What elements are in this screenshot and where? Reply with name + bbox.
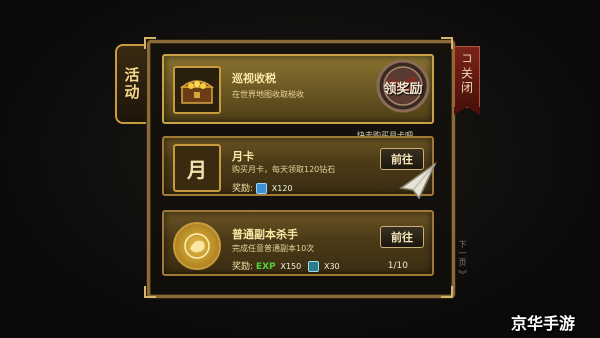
sweep-ticket-icon xyxy=(308,261,320,272)
task-card-month[interactable]: 月 月卡 购买月卡，每天领取120钻石 奖励: X120 前往 xyxy=(162,136,434,196)
month-card-icon-text: 月 xyxy=(187,157,207,182)
task-title: 月卡 xyxy=(232,150,254,163)
claim-reward-label: 领奖励 xyxy=(383,82,423,97)
ribbon-tail xyxy=(454,107,480,115)
exp-icon: EXP xyxy=(255,261,276,272)
task-desc: 购买月卡，每天领取120钻石 xyxy=(232,165,336,174)
reward-row: 奖励: X120 xyxy=(232,181,293,194)
frame-corner xyxy=(441,37,453,49)
task-card-dungeon[interactable]: 普通副本杀手 完成任意普通副本10次 奖励: EXP X150 X30 前往 1… xyxy=(162,210,434,276)
task-desc: 在世界地图收取税收 xyxy=(232,90,304,99)
frame-corner xyxy=(441,286,453,298)
goto-button[interactable]: 前往 xyxy=(380,226,424,248)
reward-exp-value: X150 xyxy=(280,262,302,271)
task-title: 普通副本杀手 xyxy=(232,228,298,241)
frame-corner xyxy=(144,286,156,298)
frame-corner xyxy=(144,37,156,49)
treasure-chest-icon xyxy=(173,66,221,114)
next-page-label[interactable]: 下一页 xyxy=(457,240,468,267)
task-desc: 完成任意普通副本10次 xyxy=(232,244,315,253)
reward-diamond-value: X120 xyxy=(271,184,293,193)
reward-item-value: X30 xyxy=(323,262,340,271)
activity-tab[interactable]: 活动 xyxy=(115,44,147,124)
watermark: 京华手游 xyxy=(511,314,576,333)
lion-medal-icon xyxy=(173,222,221,270)
chevron-down-icon[interactable]: ︾ xyxy=(458,268,467,281)
close-button[interactable]: コ 关闭 xyxy=(454,46,480,108)
pointer-hand-icon xyxy=(395,160,441,204)
close-label: 关闭 xyxy=(459,67,474,95)
activity-tab-label: 活动 xyxy=(122,67,141,101)
month-card-icon: 月 xyxy=(173,144,221,192)
claim-reward-stamp[interactable]: 领奖励 xyxy=(375,58,431,114)
reward-row: 奖励: EXP X150 X30 xyxy=(232,259,340,272)
reward-label: 奖励: xyxy=(232,262,254,272)
reward-label: 奖励: xyxy=(232,184,254,194)
task-title: 巡视收税 xyxy=(232,72,276,85)
task-progress: 1/10 xyxy=(387,261,408,271)
diamond-icon xyxy=(255,183,267,194)
close-icon: コ xyxy=(461,52,473,65)
